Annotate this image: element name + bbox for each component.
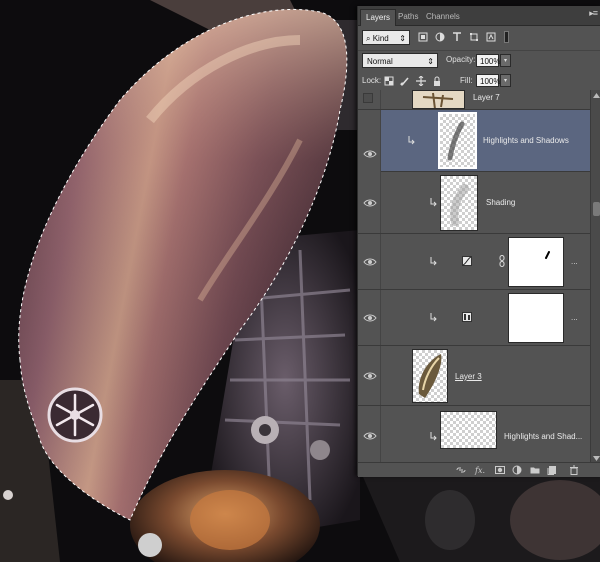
shape-filter-icon[interactable] xyxy=(469,32,479,42)
chevron-updown-icon: ⇕ xyxy=(427,57,434,66)
layer-mask-image xyxy=(545,251,550,259)
layer-thumbnail[interactable] xyxy=(412,349,448,403)
adjustment-filter-icon[interactable] xyxy=(435,32,445,42)
smart-object-filter-icon[interactable] xyxy=(486,32,496,42)
curves-icon[interactable] xyxy=(462,256,472,266)
layer-thumbnail[interactable] xyxy=(440,411,497,449)
layer-name[interactable]: Layer 7 xyxy=(473,93,500,102)
pixel-filter-icon[interactable] xyxy=(418,32,428,42)
eye-icon[interactable] xyxy=(363,370,377,382)
row-divider xyxy=(380,406,381,464)
row-divider xyxy=(380,172,381,233)
layer-thumbnail[interactable] xyxy=(440,175,478,231)
tab-layers[interactable]: Layers xyxy=(360,9,397,26)
channel-mixer-icon[interactable] xyxy=(462,312,472,322)
lock-all-icon[interactable] xyxy=(432,76,442,86)
fx-icon[interactable]: fx. xyxy=(474,465,488,475)
filter-kind-label: Kind xyxy=(372,34,389,43)
eye-icon[interactable] xyxy=(363,430,377,442)
add-mask-icon[interactable] xyxy=(495,465,505,475)
layer-thumbnail-image xyxy=(447,121,465,161)
layer-thumbnail-image xyxy=(413,91,464,108)
search-icon: ⌕ xyxy=(366,34,373,43)
layer-row[interactable]: Highlights and Shad... xyxy=(358,406,590,464)
link-layers-icon[interactable] xyxy=(456,465,466,475)
row-divider xyxy=(380,110,381,172)
lock-label: Lock: xyxy=(362,76,382,85)
layer-more-indicator: ... xyxy=(571,313,578,322)
chain-link-icon[interactable] xyxy=(499,255,505,267)
opacity-label: Opacity: xyxy=(446,55,476,64)
lock-pixels-icon[interactable] xyxy=(400,76,410,86)
eye-icon[interactable] xyxy=(363,256,377,268)
clipping-arrow-icon xyxy=(430,198,437,207)
fill-label: Fill: xyxy=(460,76,473,85)
clipping-arrow-icon xyxy=(430,432,437,441)
visibility-toggle[interactable] xyxy=(363,93,373,103)
clipping-arrow-icon xyxy=(430,313,437,322)
layer-name[interactable]: Highlights and Shadows xyxy=(483,136,569,145)
layers-panel: Layers Paths Channels ▸≡ ⌕ Kind ⇕ Normal ⇕… xyxy=(357,6,600,477)
blend-mode-select[interactable]: Normal ⇕ xyxy=(362,53,438,68)
scroll-up-icon[interactable] xyxy=(593,92,600,99)
trash-icon[interactable] xyxy=(569,465,579,475)
opacity-slider-button[interactable]: ▾ xyxy=(500,54,511,67)
layers-bottom-bar: fx. xyxy=(358,462,600,477)
row-divider xyxy=(380,290,381,345)
new-group-icon[interactable] xyxy=(530,465,540,475)
tab-channels[interactable]: Channels xyxy=(421,9,465,25)
layer-mask-thumbnail[interactable] xyxy=(508,237,564,287)
row-divider xyxy=(380,346,381,405)
scroll-thumb[interactable] xyxy=(593,202,600,216)
layer-row[interactable]: Layer 3 xyxy=(358,346,590,406)
panel-menu-icon[interactable]: ▸≡ xyxy=(589,8,598,19)
layer-more-indicator: ... xyxy=(571,257,578,266)
tab-paths[interactable]: Paths xyxy=(393,9,423,25)
row-divider xyxy=(380,90,381,109)
layer-list-scrollbar[interactable] xyxy=(590,90,600,464)
eye-icon[interactable] xyxy=(363,197,377,209)
layer-row[interactable]: Shading xyxy=(358,172,590,234)
fill-field[interactable]: 100% xyxy=(476,74,500,87)
type-filter-icon[interactable] xyxy=(452,32,462,42)
layer-row[interactable]: ... xyxy=(358,234,590,290)
layer-name[interactable]: Highlights and Shad... xyxy=(504,432,582,441)
chevron-updown-icon: ⇕ xyxy=(399,34,406,43)
layer-thumbnail[interactable] xyxy=(412,90,465,109)
layer-row-selected[interactable]: Highlights and Shadows xyxy=(380,110,590,172)
lock-row: Lock: Fill: 100% ▾ xyxy=(358,72,600,91)
layer-name[interactable]: Layer 3 xyxy=(455,372,482,381)
eye-icon[interactable] xyxy=(363,312,377,324)
filter-kind-select[interactable]: ⌕ Kind ⇕ xyxy=(362,30,410,45)
lock-transparency-icon[interactable] xyxy=(384,76,394,86)
layer-filter-row: ⌕ Kind ⇕ xyxy=(358,26,600,51)
new-layer-icon[interactable] xyxy=(547,465,557,475)
panel-tab-bar: Layers Paths Channels ▸≡ xyxy=(358,6,600,26)
filter-toggle-switch[interactable] xyxy=(504,31,509,43)
lock-position-icon[interactable] xyxy=(416,76,426,86)
layer-thumbnail-image xyxy=(418,354,442,398)
blend-row: Normal ⇕ Opacity: 100% ▾ xyxy=(358,50,600,72)
layer-row[interactable]: ... xyxy=(358,290,590,346)
scroll-down-icon[interactable] xyxy=(593,455,600,462)
layer-mask-thumbnail[interactable] xyxy=(508,293,564,343)
opacity-field[interactable]: 100% xyxy=(476,54,500,67)
fill-slider-button[interactable]: ▾ xyxy=(500,74,511,87)
layer-thumbnail-image xyxy=(450,184,469,226)
blend-mode-value: Normal xyxy=(367,57,393,66)
eye-icon[interactable] xyxy=(363,148,377,160)
clipping-arrow-icon xyxy=(408,136,415,145)
svg-text:fx.: fx. xyxy=(474,466,485,475)
layer-name[interactable]: Shading xyxy=(486,198,515,207)
adjustment-layer-icon[interactable] xyxy=(512,465,522,475)
layer-row[interactable]: Layer 7 xyxy=(358,90,590,110)
layer-thumbnail[interactable] xyxy=(438,112,477,169)
layer-list: Layer 7 Highlights and Shadows Shading .… xyxy=(358,90,590,464)
row-divider xyxy=(380,234,381,289)
clipping-arrow-icon xyxy=(430,257,437,266)
